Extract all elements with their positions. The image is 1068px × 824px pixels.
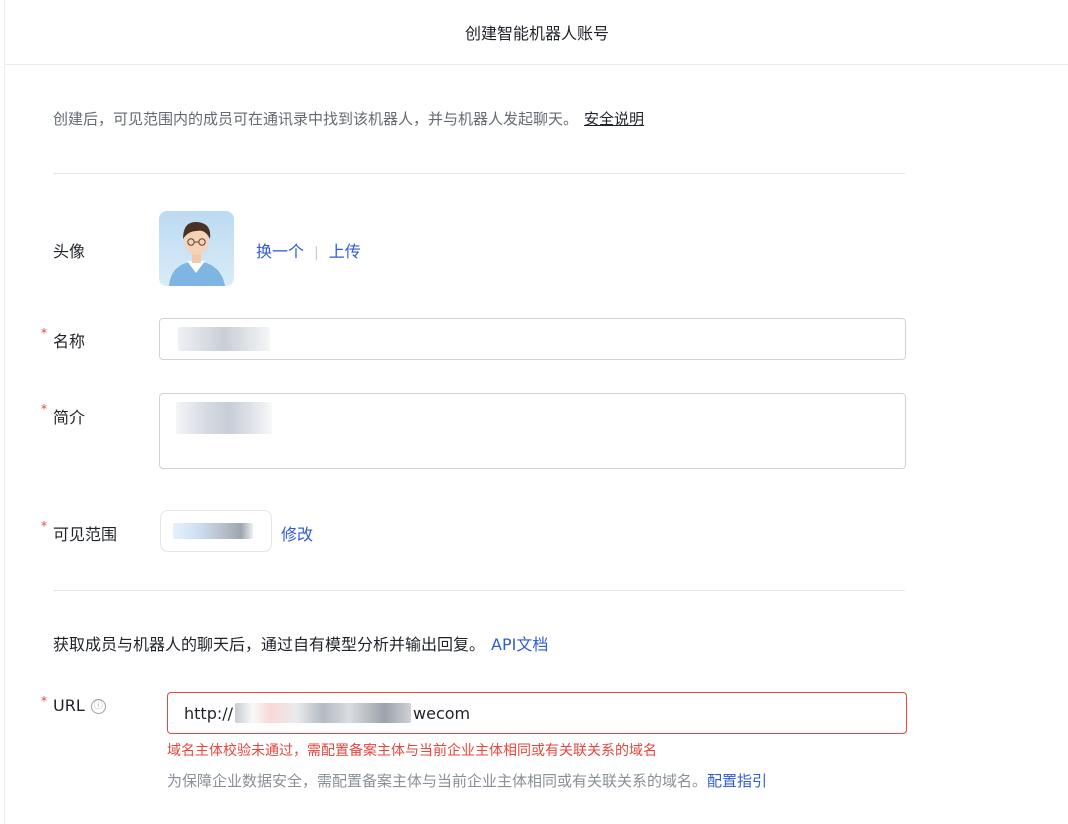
config-guide-link[interactable]: 配置指引 (707, 772, 767, 790)
url-value-suffix: wecom (413, 703, 471, 723)
redacted-name (178, 327, 270, 351)
required-mark: * (41, 519, 47, 533)
name-input[interactable] (159, 318, 906, 360)
upload-avatar-link[interactable]: 上传 (329, 242, 361, 261)
intro-text: 创建后，可见范围内的成员可在通讯录中找到该机器人，并与机器人发起聊天。 安全说明 (53, 108, 644, 129)
intro-description: 创建后，可见范围内的成员可在通讯录中找到该机器人，并与机器人发起聊天。 (53, 110, 579, 128)
scope-label-wrap: * 可见范围 (41, 519, 118, 545)
avatar-action-separator: | (314, 245, 319, 261)
divider-top (53, 173, 905, 174)
change-avatar-link[interactable]: 换一个 (256, 242, 304, 261)
desc-label-wrap: * 简介 (41, 402, 86, 428)
avatar (159, 211, 234, 286)
url-input[interactable]: http:// wecom (167, 692, 907, 734)
dialog-header: 创建智能机器人账号 (5, 0, 1068, 65)
name-label: 名称 (53, 332, 86, 351)
required-mark: * (41, 694, 47, 708)
api-description: 获取成员与机器人的聊天后，通过自有模型分析并输出回复。 (53, 635, 486, 654)
api-docs-link[interactable]: API文档 (491, 635, 548, 654)
description-textarea[interactable] (159, 393, 906, 469)
url-label: URL (53, 696, 85, 715)
url-error-message: 域名主体校验未通过，需配置备案主体与当前企业主体相同或有关联关系的域名 (167, 743, 657, 759)
dialog-frame: 创建智能机器人账号 创建后，可见范围内的成员可在通讯录中找到该机器人，并与机器人… (4, 0, 1068, 824)
url-hint: 为保障企业数据安全，需配置备案主体与当前企业主体相同或有关联关系的域名。配置指引 (167, 770, 767, 791)
redacted-scope (173, 523, 253, 539)
required-mark: * (41, 326, 47, 340)
avatar-illustration (169, 221, 225, 286)
scope-member-chip (160, 510, 272, 552)
avatar-label: 头像 (53, 242, 86, 261)
page-title: 创建智能机器人账号 (464, 24, 609, 43)
redacted-description (176, 402, 272, 434)
api-section-text: 获取成员与机器人的聊天后，通过自有模型分析并输出回复。 API文档 (53, 631, 548, 655)
desc-label: 简介 (53, 408, 86, 427)
security-info-link[interactable]: 安全说明 (584, 110, 644, 128)
avatar-actions: 换一个 | 上传 (256, 238, 361, 262)
url-value-prefix: http:// (184, 703, 234, 723)
edit-scope-link[interactable]: 修改 (281, 521, 313, 545)
required-mark: * (41, 402, 47, 416)
redacted-url (235, 703, 412, 723)
scope-label: 可见范围 (53, 525, 118, 544)
divider-middle (53, 590, 905, 591)
name-label-wrap: * 名称 (41, 326, 86, 352)
url-label-wrap: * URL ⓘ (41, 694, 106, 715)
info-icon[interactable]: ⓘ (90, 699, 106, 714)
url-hint-text: 为保障企业数据安全，需配置备案主体与当前企业主体相同或有关联关系的域名。 (167, 772, 708, 790)
